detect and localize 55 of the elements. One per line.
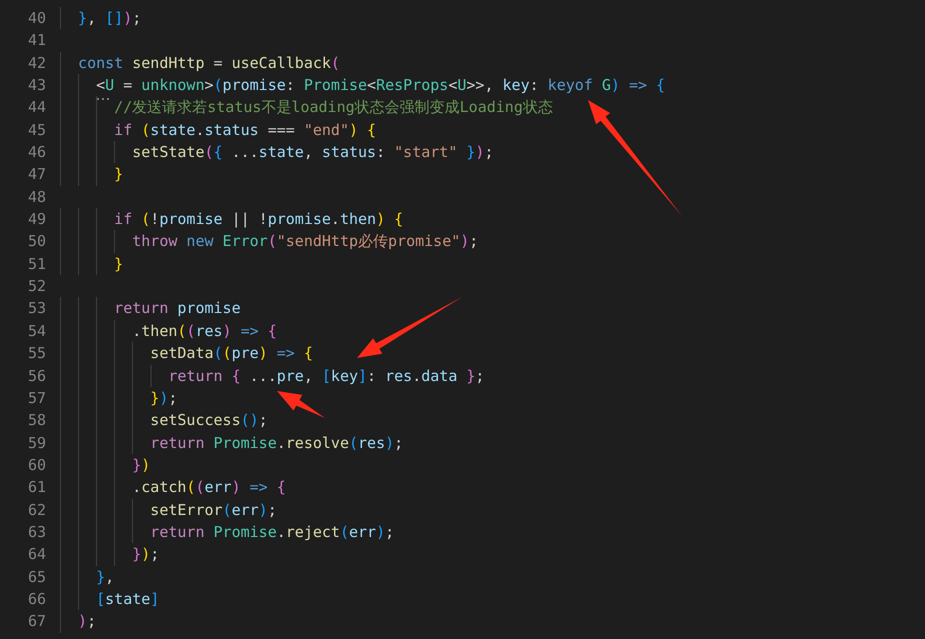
- line-number: 58: [26, 410, 47, 432]
- line-number: 57: [26, 388, 47, 409]
- line-number: 48: [26, 186, 47, 208]
- code-line: return promise: [114, 298, 241, 320]
- code-line: }, []);: [78, 8, 142, 29]
- line-number: 47: [26, 164, 47, 186]
- line-number: 62: [26, 500, 47, 521]
- code-line: const sendHttp = useCallback(: [78, 52, 340, 74]
- line-number: 40: [26, 8, 47, 29]
- line-number: 67: [26, 611, 47, 632]
- code-line: setState({ ...state, status: "start" });: [132, 142, 494, 164]
- line-number: 64: [26, 544, 47, 566]
- code-line: return Promise.resolve(res);: [150, 432, 404, 454]
- arrow: [277, 391, 325, 418]
- line-number: 46: [26, 142, 47, 164]
- line-number: 55: [26, 343, 47, 364]
- code-line: setError(err);: [150, 500, 277, 521]
- code-line: },: [96, 566, 114, 588]
- line-number: 45: [26, 120, 47, 141]
- code-line: setSuccess();: [150, 410, 268, 432]
- line-number: 63: [26, 522, 47, 543]
- line-number: 66: [26, 588, 47, 610]
- code-line: });: [132, 544, 160, 566]
- line-number: 51: [26, 254, 47, 275]
- line-number: 41: [26, 30, 47, 52]
- code-line: if (!promise || !promise.then) {: [114, 209, 404, 230]
- code-line: }): [132, 454, 150, 476]
- code-line: }: [114, 164, 124, 186]
- ellipsis-icon: [96, 97, 110, 101]
- code-line: //发送请求若status不是loading状态会强制变成Loading状态: [114, 97, 553, 118]
- line-number: 49: [26, 209, 47, 230]
- code-line: });: [150, 388, 178, 409]
- code-line: throw new Error("sendHttp必传promise");: [132, 231, 478, 252]
- code-line: return { ...pre, [key]: res.data };: [168, 366, 484, 386]
- line-number: 61: [26, 477, 47, 498]
- line-number: 65: [26, 566, 47, 588]
- line-number: 52: [26, 276, 47, 298]
- line-number: 59: [26, 432, 47, 454]
- line-number: 53: [26, 298, 47, 320]
- code-line: setData((pre) => {: [150, 343, 313, 364]
- line-number: 50: [26, 231, 47, 252]
- code-line: <U = unknown>(promise: Promise<ResProps<U>>, key: keyof G) => {: [96, 75, 666, 96]
- line-number: 43: [26, 75, 47, 96]
- code-line: }: [114, 254, 124, 275]
- line-number: 44: [26, 97, 47, 118]
- code-line: );: [78, 611, 96, 632]
- code-line: return Promise.reject(err);: [150, 522, 394, 543]
- code-line: [state]: [96, 588, 160, 610]
- code-line: if (state.status === "end") {: [114, 120, 376, 141]
- line-number: 56: [26, 366, 47, 386]
- line-number: 42: [26, 52, 47, 74]
- code-line: .catch((err) => {: [132, 477, 286, 498]
- line-number: 60: [26, 454, 47, 476]
- code-line: .then((res) => {: [132, 320, 277, 342]
- line-number: 54: [26, 320, 47, 342]
